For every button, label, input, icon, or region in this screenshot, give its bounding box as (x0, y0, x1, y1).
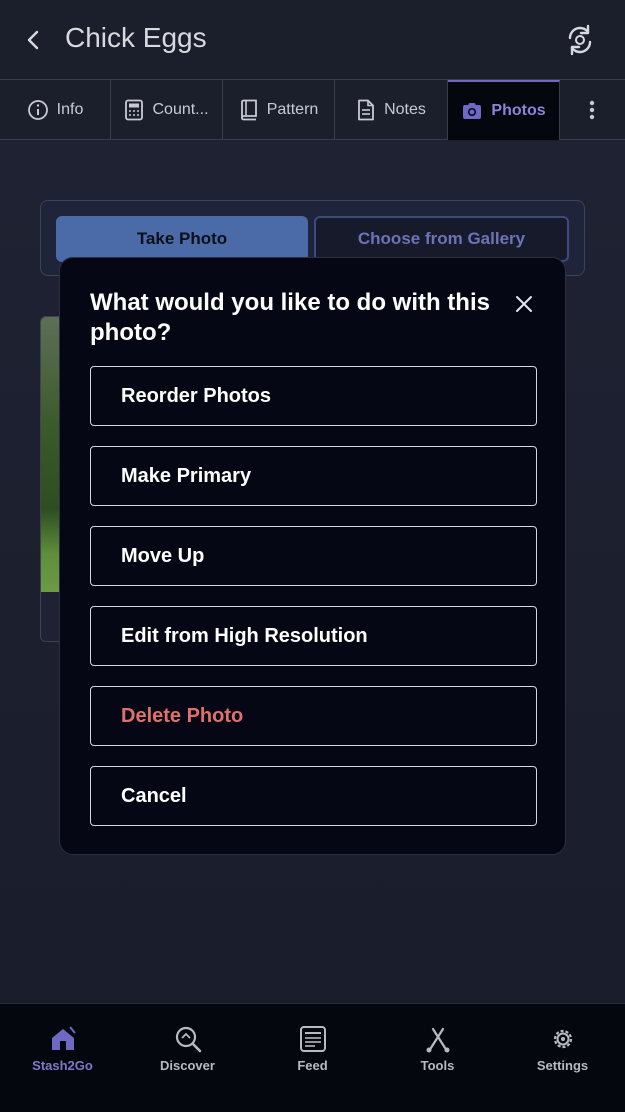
nav-stash2go[interactable]: Stash2Go (0, 1004, 125, 1112)
tab-photos-label: Photos (491, 102, 546, 119)
nav-stash2go-label: Stash2Go (32, 1058, 93, 1073)
tab-pattern[interactable]: Pattern (223, 80, 335, 140)
dialog-title: What would you like to do with this phot… (90, 289, 490, 346)
book-icon (240, 99, 257, 121)
photo-options-dialog: What would you like to do with this phot… (59, 257, 566, 855)
tab-bar: Info Count... Pattern Notes Photos (0, 80, 625, 140)
make-primary-button[interactable]: Make Primary (90, 446, 537, 506)
bottom-navigation: Stash2Go Discover Feed Tools Settings (0, 1003, 625, 1112)
camera-icon (463, 103, 482, 119)
document-icon (358, 99, 374, 121)
tab-photos[interactable]: Photos (448, 80, 560, 140)
close-icon[interactable] (512, 292, 536, 316)
tools-icon (426, 1027, 449, 1053)
tab-notes[interactable]: Notes (335, 80, 448, 140)
gear-icon (553, 1029, 572, 1049)
nav-feed-label: Feed (297, 1058, 328, 1073)
top-bar: Chick Eggs (0, 0, 625, 80)
nav-settings-label: Settings (536, 1058, 589, 1073)
reorder-photos-button[interactable]: Reorder Photos (90, 366, 537, 426)
tab-info[interactable]: Info (0, 80, 111, 140)
feed-icon (299, 1026, 326, 1052)
delete-photo-button[interactable]: Delete Photo (90, 686, 537, 746)
tab-more-button[interactable] (560, 80, 624, 140)
info-icon (27, 100, 48, 120)
edit-high-resolution-button[interactable]: Edit from High Resolution (90, 606, 537, 666)
nav-discover-label: Discover (160, 1058, 215, 1073)
take-photo-button[interactable]: Take Photo (56, 216, 308, 262)
calculator-icon (125, 99, 144, 121)
page-title: Chick Eggs (65, 22, 207, 53)
more-vertical-icon (589, 100, 595, 120)
nav-tools[interactable]: Tools (375, 1004, 500, 1112)
tab-info-label: Info (56, 101, 84, 118)
choose-gallery-button[interactable]: Choose from Gallery (314, 216, 569, 262)
back-chevron-icon[interactable] (20, 26, 48, 54)
sync-icon[interactable] (562, 22, 598, 58)
tab-counters[interactable]: Count... (111, 80, 223, 140)
discover-search-icon (175, 1026, 201, 1053)
move-up-button[interactable]: Move Up (90, 526, 537, 586)
nav-settings[interactable]: Settings (500, 1004, 625, 1112)
nav-tools-label: Tools (420, 1058, 455, 1073)
tab-notes-label: Notes (384, 101, 426, 118)
cancel-button[interactable]: Cancel (90, 766, 537, 826)
nav-feed[interactable]: Feed (250, 1004, 375, 1112)
tab-pattern-label: Pattern (266, 101, 319, 118)
nav-discover[interactable]: Discover (125, 1004, 250, 1112)
tab-counters-label: Count... (152, 101, 209, 118)
home-icon (51, 1026, 76, 1050)
